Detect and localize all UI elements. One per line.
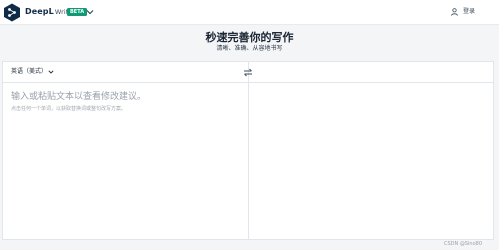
writing-editor: 英语（美式） 输入或粘贴文本以查看修改建议。 点击任何一个单词，以获取替换词或整… [2, 61, 494, 240]
page-title: 秒速完善你的写作 [205, 31, 294, 44]
suggestion-panel [249, 83, 493, 239]
deepl-logo-icon[interactable] [3, 3, 21, 22]
source-text-input[interactable]: 输入或粘贴文本以查看修改建议。 [11, 91, 241, 103]
chevron-down-icon[interactable] [86, 9, 94, 15]
top-navigation-bar: DeepLWrite BETA 登录 [0, 0, 499, 25]
login-button[interactable]: 登录 [451, 7, 491, 17]
swap-arrows-icon[interactable] [243, 68, 253, 77]
page-subtitle: 清晰、准确、从容地书写 [216, 45, 283, 52]
input-hint: 点击任何一个单词，以获取替换词或整句改写方案。 [11, 106, 127, 112]
language-select-label: 英语（美式） [11, 68, 48, 75]
chevron-down-icon [48, 70, 54, 74]
brand-name-text: DeepL [25, 7, 54, 16]
language-select[interactable]: 英语（美式） [11, 67, 71, 77]
watermark-text: CSDN @Sino80 [444, 241, 482, 247]
beta-badge: BETA [67, 8, 88, 16]
brand-name[interactable]: DeepLWrite [25, 7, 73, 17]
user-icon [451, 8, 458, 16]
login-label: 登录 [463, 8, 476, 15]
